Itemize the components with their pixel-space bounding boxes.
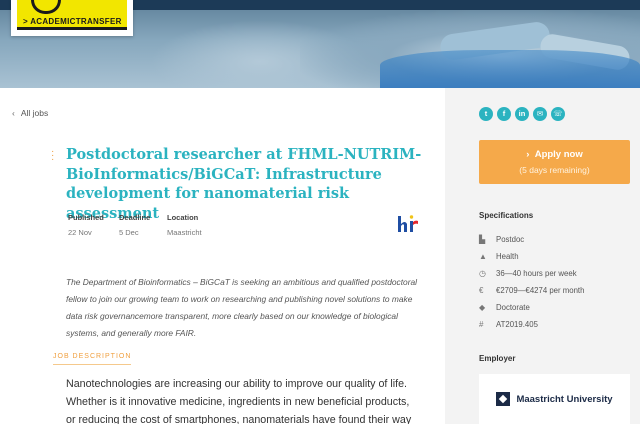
graduation-cap-icon: ◆ xyxy=(479,303,486,312)
employer-name: Maastricht University xyxy=(516,393,613,405)
specifications-list: ▙ Postdoc ▲ Health ◷ 36—40 hours per week €… xyxy=(479,231,584,333)
job-title: Postdoctoral researcher at FHML-NUTRIM-B… xyxy=(66,146,422,222)
meta-deadline: Deadline 5 Dec xyxy=(119,213,151,237)
logo-mark-icon xyxy=(31,0,61,14)
spec-item: ◆ Doctorate xyxy=(479,303,530,312)
share-bar: t f in ✉ ☏ xyxy=(479,107,565,121)
hr-excellence-logo xyxy=(398,215,418,232)
chevron-left-icon: ‹ xyxy=(12,108,15,118)
spec-item: ▲ Health xyxy=(479,252,519,261)
whatsapp-icon[interactable]: ☏ xyxy=(551,107,565,121)
spec-item: ◷ 36—40 hours per week xyxy=(479,269,577,278)
flask-icon: ▲ xyxy=(479,252,487,261)
email-icon[interactable]: ✉ xyxy=(533,107,547,121)
maastricht-university-logo-icon xyxy=(496,392,511,406)
linkedin-icon[interactable]: in xyxy=(515,107,529,121)
spec-item: # AT2019.405 xyxy=(479,320,538,329)
meta-published: Published 22 Nov xyxy=(68,213,104,237)
section-label-job-description: JOB DESCRIPTION xyxy=(53,353,132,365)
academictransfer-logo[interactable]: > ACADEMICTRANSFER xyxy=(11,0,133,36)
facebook-icon[interactable]: f xyxy=(497,107,511,121)
clock-icon: ◷ xyxy=(479,269,486,278)
employer-title: Employer xyxy=(479,354,516,363)
hash-icon: # xyxy=(479,320,484,329)
twitter-icon[interactable]: t xyxy=(479,107,493,121)
chevron-right-icon: › xyxy=(526,149,535,160)
building-icon: ▙ xyxy=(479,235,486,244)
apply-now-button[interactable]: › Apply now (5 days remaining) xyxy=(479,140,630,184)
job-description-text: Nanotechnologies are increasing our abil… xyxy=(66,378,412,424)
meta-location: Location Maastricht xyxy=(167,213,202,237)
back-to-all-jobs-link[interactable]: ‹ All jobs xyxy=(12,108,48,118)
spec-item: ▙ Postdoc xyxy=(479,235,525,244)
euro-icon: € xyxy=(479,286,484,295)
specifications-title: Specifications xyxy=(479,211,534,220)
job-intro: The Department of Bioinformatics – BiGCa… xyxy=(66,277,417,338)
spec-item: € €2709—€4274 per month xyxy=(479,286,585,295)
employer-card[interactable]: Maastricht University xyxy=(479,374,630,424)
more-options-icon[interactable]: · · · xyxy=(51,147,54,165)
logo-text: > ACADEMICTRANSFER xyxy=(23,17,122,26)
